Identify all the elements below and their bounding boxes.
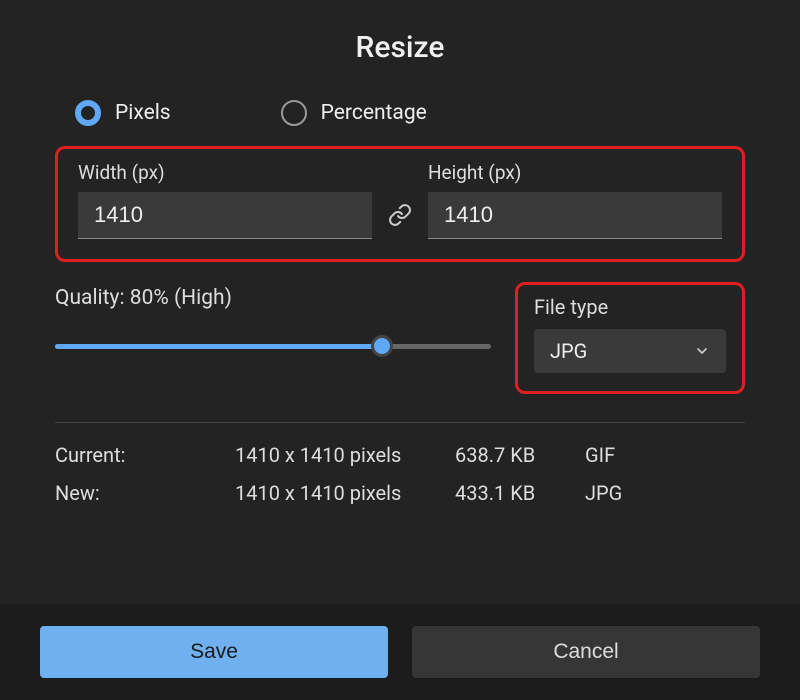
radio-percentage[interactable]: Percentage [281,100,427,126]
quality-slider[interactable] [55,334,491,358]
dimensions-row: Width (px) Height (px) [78,161,722,239]
new-label: New: [55,481,235,505]
radio-pixels[interactable]: Pixels [75,100,171,126]
current-dims: 1410 x 1410 pixels [235,443,455,467]
radio-label: Pixels [115,101,171,125]
width-label: Width (px) [78,161,372,184]
radio-label: Percentage [321,101,427,125]
height-label: Height (px) [428,161,722,184]
radio-icon [281,100,307,126]
slider-thumb[interactable] [371,335,393,357]
filetype-section: File type JPG [515,282,745,394]
filetype-label: File type [534,295,726,319]
link-icon[interactable] [388,203,412,239]
width-column: Width (px) [78,161,372,239]
width-input[interactable] [78,192,372,239]
quality-column: Quality: 80% (High) [55,282,491,358]
dialog-title: Resize [0,30,800,65]
dimensions-section: Width (px) Height (px) [55,146,745,262]
chevron-down-icon [694,343,710,359]
quality-label: Quality: 80% (High) [55,286,491,310]
save-button[interactable]: Save [40,626,388,678]
current-label: Current: [55,443,235,467]
cancel-button[interactable]: Cancel [412,626,760,678]
height-column: Height (px) [428,161,722,239]
size-info-grid: Current: 1410 x 1410 pixels 638.7 KB GIF… [55,443,745,505]
new-size: 433.1 KB [455,481,585,505]
radio-icon [75,100,101,126]
mode-radio-group: Pixels Percentage [55,100,745,126]
height-input[interactable] [428,192,722,239]
new-format: JPG [585,481,645,505]
dialog-content: Pixels Percentage Width (px) Height (px) [0,100,800,604]
new-dims: 1410 x 1410 pixels [235,481,455,505]
quality-filetype-row: Quality: 80% (High) File type JPG [55,282,745,394]
current-size: 638.7 KB [455,443,585,467]
dialog-footer: Save Cancel [0,604,800,700]
slider-fill [55,344,382,349]
dropdown-value: JPG [550,339,587,363]
divider [55,422,745,423]
filetype-dropdown[interactable]: JPG [534,329,726,373]
resize-dialog: Resize Pixels Percentage Width (px) [0,0,800,700]
current-format: GIF [585,443,645,467]
